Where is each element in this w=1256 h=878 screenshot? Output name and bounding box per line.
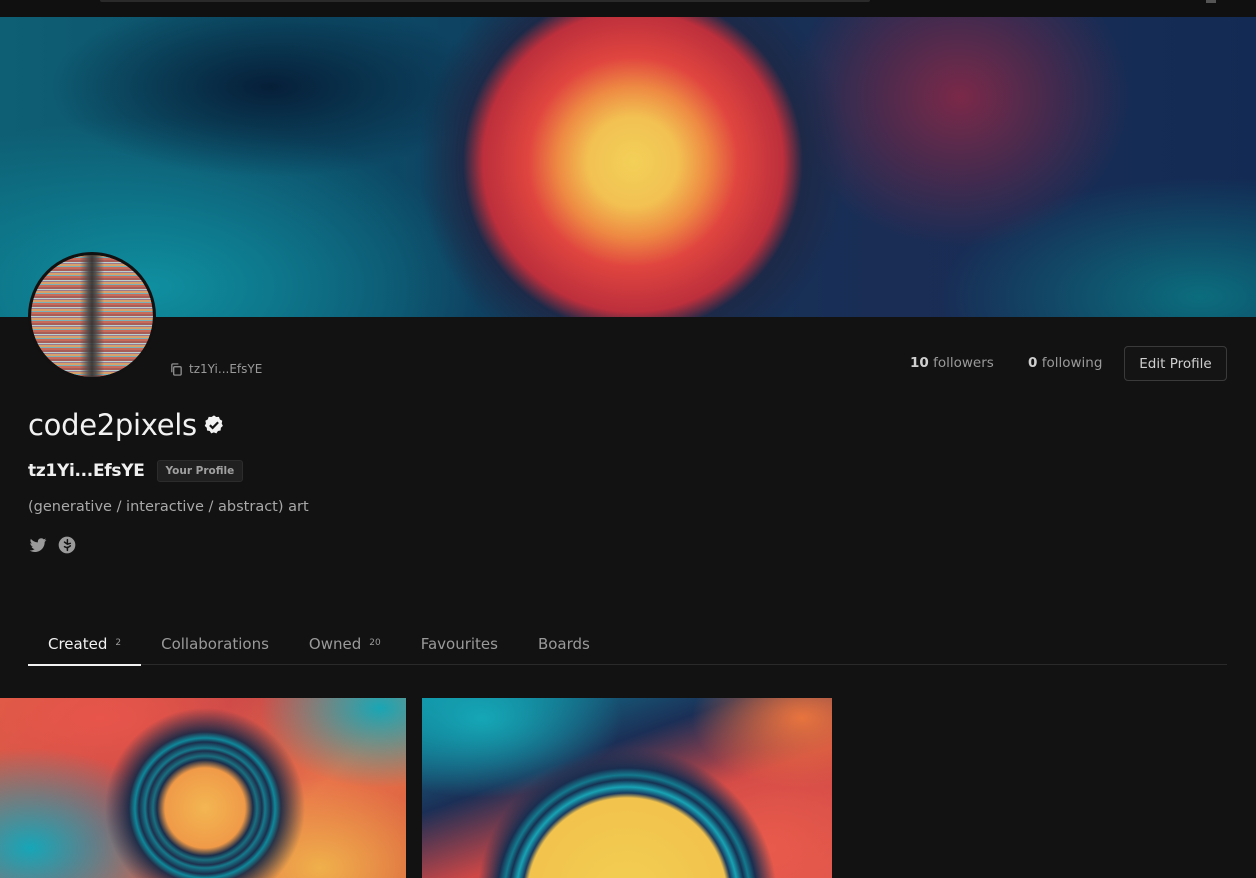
tab-owned[interactable]: Owned 20	[289, 631, 401, 665]
copy-address-button[interactable]: tz1Yi...EfsYE	[170, 362, 262, 376]
website-icon[interactable]	[57, 535, 77, 555]
profile-bio: (generative / interactive / abstract) ar…	[28, 499, 309, 515]
following-count: 0	[1028, 355, 1038, 371]
short-address: tz1Yi...EfsYE	[189, 362, 263, 376]
address-row: tz1Yi...EfsYE Your Profile	[28, 460, 244, 482]
artwork-card-2[interactable]	[422, 698, 832, 878]
followers-label: followers	[933, 355, 994, 371]
edit-profile-button[interactable]: Edit Profile	[1124, 346, 1227, 381]
verified-badge-icon	[204, 415, 223, 434]
top-bar	[0, 0, 1256, 17]
following-link[interactable]: 0 following	[1028, 355, 1102, 371]
tab-created-count: 2	[115, 638, 122, 648]
tab-created-label: Created	[48, 635, 108, 653]
username: code2pixels	[28, 408, 197, 442]
tab-collaborations[interactable]: Collaborations	[141, 631, 289, 665]
social-links	[28, 535, 77, 555]
artwork-card-1[interactable]	[0, 698, 406, 878]
copy-icon	[171, 362, 182, 376]
profile-page: tz1Yi...EfsYE 10 followers 0 following E…	[0, 0, 1256, 878]
profile-tabs: Created 2 Collaborations Owned 20 Favour…	[28, 631, 1227, 666]
tab-owned-label: Owned	[308, 635, 362, 653]
profile-banner	[0, 17, 1256, 317]
avatar-image	[31, 255, 153, 377]
twitter-icon[interactable]	[28, 535, 48, 555]
avatar	[28, 252, 156, 380]
tab-boards[interactable]: Boards	[518, 631, 610, 665]
menu-icon[interactable]	[1206, 0, 1216, 3]
your-profile-badge: Your Profile	[156, 460, 244, 482]
tab-boards-label: Boards	[537, 635, 590, 653]
search-bar-edge[interactable]	[100, 0, 870, 2]
followers-link[interactable]: 10 followers	[910, 355, 994, 371]
wallet-address: tz1Yi...EfsYE	[28, 461, 145, 481]
tab-created[interactable]: Created 2	[28, 631, 142, 666]
following-label: following	[1041, 355, 1103, 371]
tab-collaborations-label: Collaborations	[161, 635, 269, 653]
tab-favourites[interactable]: Favourites	[401, 631, 518, 665]
followers-count: 10	[910, 355, 929, 371]
page-title: code2pixels	[28, 408, 225, 442]
tab-owned-count: 20	[369, 638, 381, 648]
tab-favourites-label: Favourites	[420, 635, 498, 653]
